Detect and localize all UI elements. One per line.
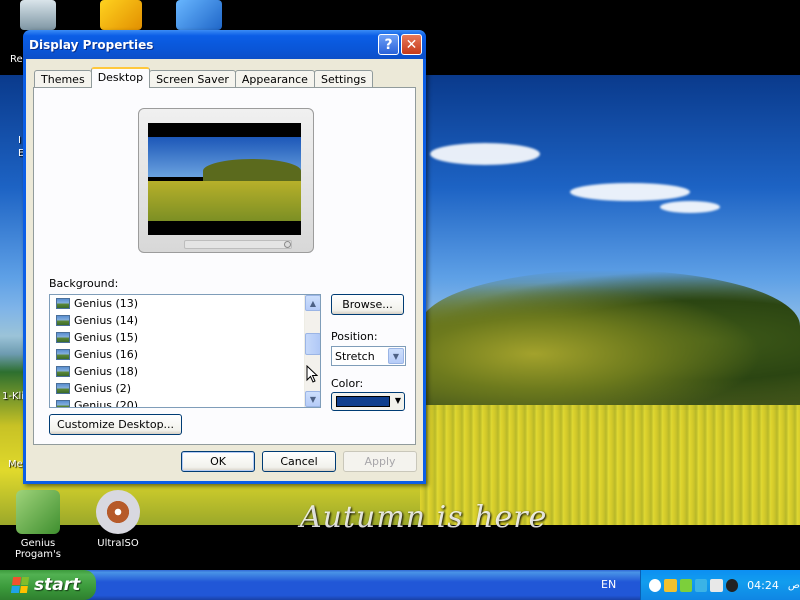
cloud [570,183,690,201]
list-item-label: Genius (2) [74,382,132,395]
window-client-area: Themes Desktop Screen Saver Appearance S… [26,59,423,481]
tray-app-icon[interactable] [664,578,677,592]
tab-themes[interactable]: Themes [34,70,92,88]
clock-ampm: ص [787,579,800,591]
preview-field [148,181,301,221]
network-icon[interactable] [176,0,222,30]
desktop-icon-genius[interactable]: Genius Progam's [0,490,76,560]
background-list[interactable]: Genius (13) Genius (14) Genius (15) Geni… [49,294,321,408]
desktop-label-partial: I [18,135,21,146]
help-button[interactable]: ? [378,34,399,55]
tray-expand-icon[interactable] [649,578,662,592]
list-item[interactable]: Genius (15) [50,329,320,346]
image-file-icon [56,366,70,377]
taskbar: start EN 04:24 ص [0,570,800,600]
scroll-thumb[interactable] [305,333,320,355]
image-file-icon [56,332,70,343]
genius-programs-icon [16,490,60,534]
position-select[interactable]: Stretch ▼ [331,346,406,366]
close-button[interactable]: ✕ [401,34,422,55]
desktop-tab-panel: Background: Genius (13) Genius (14) Geni… [33,87,416,445]
list-item-label: Genius (13) [74,297,139,310]
image-file-icon [56,315,70,326]
list-item[interactable]: Genius (2) [50,380,320,397]
cloud [430,143,540,165]
system-tray: 04:24 ص [640,570,800,600]
chevron-down-icon[interactable]: ▼ [388,348,404,364]
wallpaper-preview [148,123,301,235]
windows-logo-icon [10,577,30,593]
tray-app-icon[interactable] [725,578,739,592]
tab-settings[interactable]: Settings [313,70,374,88]
browse-button[interactable]: Browse... [331,294,404,315]
language-indicator[interactable]: EN [601,578,616,591]
background-label: Background: [49,277,119,290]
display-properties-window[interactable]: Display Properties ? ✕ Themes Desktop Sc… [23,30,426,484]
tab-appearance[interactable]: Appearance [234,70,315,88]
title-bar[interactable]: Display Properties ? ✕ [23,30,426,59]
list-scrollbar[interactable]: ▲ ▼ [304,295,320,407]
monitor-stand [184,240,292,249]
list-item-label: Genius (14) [74,314,139,327]
tray-app-icon[interactable] [695,578,708,592]
image-file-icon [56,349,70,360]
image-file-icon [56,400,70,407]
recycle-bin-icon[interactable] [20,0,56,30]
customize-desktop-button[interactable]: Customize Desktop... [49,414,182,435]
tray-app-icon[interactable] [679,578,693,592]
close-icon: ✕ [405,36,418,53]
treeline [420,270,800,410]
list-item[interactable]: Genius (13) [50,295,320,312]
wallpaper-tagline: Autumn is here [300,500,548,535]
monitor-preview [138,108,314,253]
list-item[interactable]: Genius (16) [50,346,320,363]
apply-button[interactable]: Apply [343,451,417,472]
list-item[interactable]: Genius (18) [50,363,320,380]
scroll-down-icon[interactable]: ▼ [305,391,320,407]
clock[interactable]: 04:24 [747,579,779,592]
monitor-power-icon [284,241,291,248]
desktop-icon-label: UltraISO [97,538,139,549]
color-swatch [336,396,390,407]
program-icon[interactable] [100,0,142,30]
ultraiso-disc-icon [96,490,140,534]
tab-strip: Themes Desktop Screen Saver Appearance S… [34,66,374,88]
desktop-icon-label: Genius Progam's [14,538,62,560]
list-item-label: Genius (15) [74,331,139,344]
tab-screen-saver[interactable]: Screen Saver [149,70,236,88]
position-value: Stretch [335,349,375,363]
ok-button[interactable]: OK [181,451,255,472]
mouse-pointer-icon [306,365,318,383]
list-item-label: Genius (16) [74,348,139,361]
cancel-button[interactable]: Cancel [262,451,336,472]
help-icon: ? [384,36,393,53]
tab-desktop[interactable]: Desktop [90,67,151,88]
cloud [660,201,720,213]
preview-trees [203,159,301,183]
color-label: Color: [331,377,364,390]
desktop-label-partial: Me [8,459,23,470]
image-file-icon [56,298,70,309]
color-picker-button[interactable]: ▼ [331,392,405,411]
position-label: Position: [331,330,378,343]
window-title: Display Properties [29,37,154,52]
scroll-up-icon[interactable]: ▲ [305,295,320,311]
list-item[interactable]: Genius (20) [50,397,320,408]
image-file-icon [56,383,70,394]
list-item-label: Genius (20) [74,399,139,408]
list-item[interactable]: Genius (14) [50,312,320,329]
start-label: start [34,575,81,595]
tray-app-icon[interactable] [710,578,723,592]
list-item-label: Genius (18) [74,365,139,378]
desktop-label-partial: 1-Kli [2,391,25,402]
desktop-icon-ultraiso[interactable]: UltraISO [80,490,156,549]
chevron-down-icon: ▼ [394,396,401,405]
start-button[interactable]: start [0,570,96,600]
desktop-label-partial: Re [10,54,23,65]
